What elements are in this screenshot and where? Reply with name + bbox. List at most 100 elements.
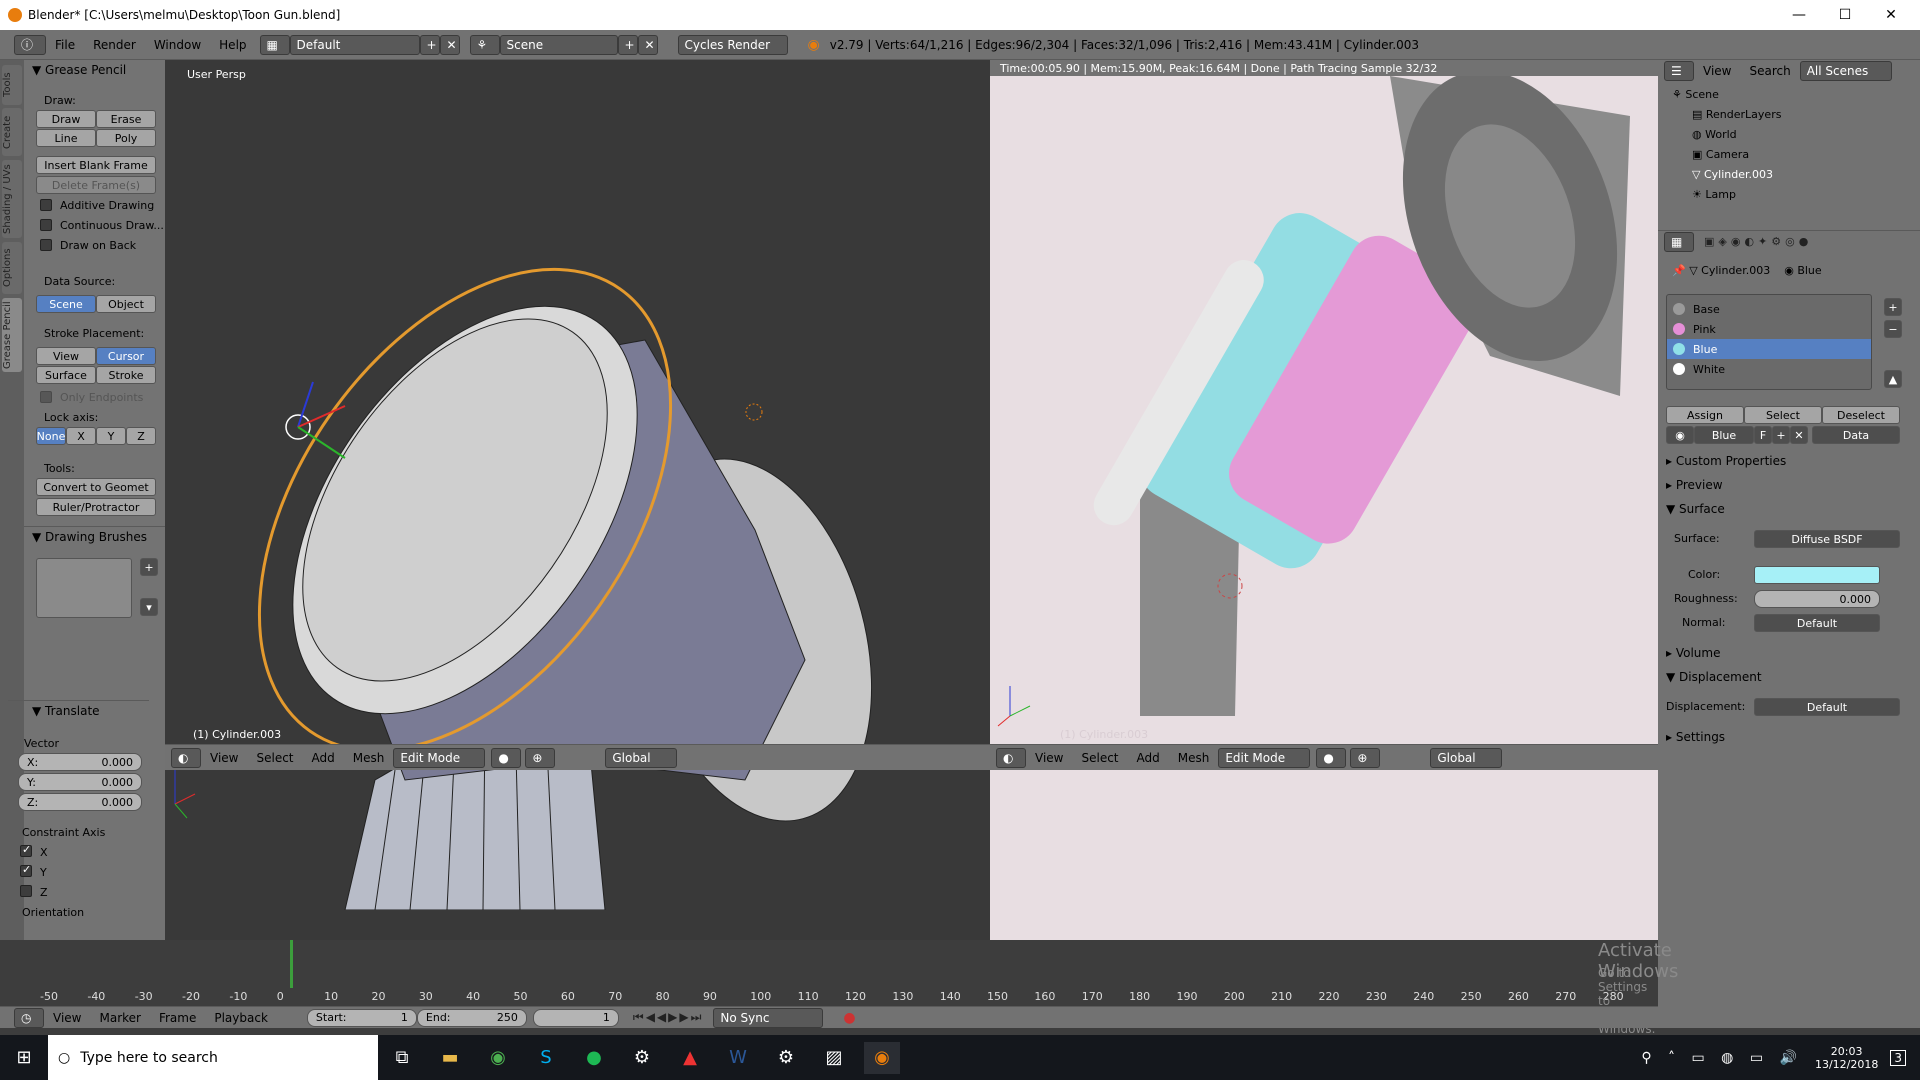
editor-type-icon[interactable]: ◐ [171, 747, 201, 768]
material-slot[interactable]: Base [1667, 299, 1871, 319]
lock-axis-y-button[interactable]: Y [96, 427, 126, 445]
roughness-field[interactable]: 0.000 [1754, 590, 1880, 608]
orientation-selector[interactable]: Global [605, 747, 678, 768]
placement-stroke-button[interactable]: Stroke [96, 366, 156, 384]
menu-window[interactable]: Window [145, 38, 210, 52]
menu-marker[interactable]: Marker [90, 1011, 149, 1025]
close-button[interactable]: ✕ [1868, 0, 1914, 30]
editor-type-icon[interactable]: ☰ [1664, 61, 1694, 81]
pivot-icon[interactable]: ⊕ [1350, 747, 1381, 768]
surface-shader-selector[interactable]: Diffuse BSDF [1754, 530, 1900, 548]
windows-start-icon[interactable]: ⊞ [6, 1042, 42, 1074]
draw-on-back-checkbox[interactable] [40, 239, 52, 251]
menu-select[interactable]: Select [1072, 751, 1127, 765]
placement-view-button[interactable]: View [36, 347, 96, 365]
volume-panel[interactable]: ▸ Volume [1666, 646, 1720, 660]
preview-panel[interactable]: ▸ Preview [1666, 478, 1723, 492]
material-browse-icon[interactable]: ◉ [1666, 426, 1694, 444]
line-button[interactable]: Line [36, 129, 96, 147]
constraint-z-checkbox[interactable] [20, 885, 32, 897]
editor-type-icon[interactable]: ◷ [14, 1007, 44, 1028]
clock[interactable]: 20:03 13/12/2018 [1815, 1045, 1878, 1071]
shading-icon[interactable]: ● [491, 747, 522, 768]
viewport-rendered[interactable]: Time:00:05.90 | Mem:15.90M, Peak:16.64M … [990, 60, 1658, 940]
menu-file[interactable]: File [46, 38, 84, 52]
add-slot-icon[interactable]: + [1884, 298, 1902, 316]
menu-view[interactable]: View [201, 751, 247, 765]
lock-axis-x-button[interactable]: X [66, 427, 96, 445]
constraint-x-checkbox[interactable] [20, 843, 32, 857]
settings-panel[interactable]: ▸ Settings [1666, 730, 1725, 744]
data-source-object-button[interactable]: Object [96, 295, 156, 313]
tab-options[interactable]: Options [2, 242, 22, 294]
outliner-item-selected[interactable]: ▽ Cylinder.003 [1658, 164, 1920, 184]
pin-icon[interactable]: 📌 [1672, 264, 1689, 277]
notification-icon[interactable]: 3 [1890, 1049, 1906, 1066]
material-slot[interactable]: White [1667, 359, 1871, 379]
add-brush-icon[interactable]: + [140, 558, 158, 576]
context-tabs-icons[interactable]: ▣◈◉◐✦⚙◎● [1704, 235, 1812, 248]
blender-taskbar-icon[interactable]: ◉ [864, 1041, 900, 1074]
vector-z-field[interactable]: Z: 0.000 [18, 793, 142, 811]
current-frame-field[interactable]: 1 [532, 1008, 619, 1027]
menu-select[interactable]: Select [247, 751, 302, 765]
file-explorer-icon[interactable]: ▬ [432, 1042, 468, 1074]
mode-selector[interactable]: Edit Mode [1218, 747, 1311, 768]
placement-surface-button[interactable]: Surface [36, 366, 96, 384]
continuous-draw-checkbox[interactable] [40, 219, 52, 231]
outliner-item[interactable]: ▤ RenderLayers [1658, 104, 1920, 124]
select-button[interactable]: Select [1744, 406, 1822, 424]
convert-to-geometry-button[interactable]: Convert to Geomet [36, 478, 156, 496]
editor-type-icon[interactable]: ⓘ [14, 34, 46, 55]
editor-type-icon[interactable]: ◐ [996, 747, 1026, 768]
deselect-button[interactable]: Deselect [1822, 406, 1900, 424]
vector-y-field[interactable]: Y: 0.000 [18, 773, 142, 791]
spotify-icon[interactable]: ● [576, 1042, 612, 1074]
menu-add[interactable]: Add [303, 751, 344, 765]
fake-user-button[interactable]: F [1754, 426, 1772, 444]
color-swatch[interactable] [1754, 566, 1880, 584]
taskbar-search[interactable]: ○ Type here to search [48, 1035, 378, 1080]
material-slot-selected[interactable]: Blue [1667, 339, 1871, 359]
new-material-icon[interactable]: + [1772, 426, 1790, 444]
mode-selector[interactable]: Edit Mode [393, 747, 486, 768]
erase-button[interactable]: Erase [96, 110, 156, 128]
tab-tools[interactable]: Tools [2, 65, 22, 105]
end-frame-field[interactable]: End: 250 [416, 1008, 527, 1027]
material-name-field[interactable]: Blue [1694, 426, 1754, 444]
vector-x-field[interactable]: X: 0.000 [18, 753, 142, 771]
steam-2-icon[interactable]: ⚙ [768, 1042, 804, 1074]
additive-drawing-checkbox[interactable] [40, 199, 52, 211]
outliner-item[interactable]: ▣ Camera [1658, 144, 1920, 164]
menu-add[interactable]: Add [1128, 751, 1169, 765]
scene-icon[interactable]: ⚘ [469, 34, 500, 55]
outliner-item[interactable]: ☀ Lamp [1658, 184, 1920, 204]
menu-view[interactable]: View [44, 1011, 90, 1025]
brush-menu-icon[interactable]: ▾ [140, 598, 158, 616]
menu-help[interactable]: Help [210, 38, 255, 52]
editor-type-icon[interactable]: ▦ [1664, 231, 1694, 252]
render-engine-selector[interactable]: Cycles Render [677, 34, 788, 55]
steam-icon[interactable]: ⚙ [624, 1042, 660, 1074]
playback-controls-icon[interactable]: ⏮◀◀▶▶⏭ [633, 1010, 704, 1025]
skype-icon[interactable]: S [528, 1042, 564, 1074]
orientation-selector[interactable]: Global [1430, 747, 1503, 768]
remove-scene-icon[interactable]: ✕ [637, 34, 658, 55]
data-source-scene-button[interactable]: Scene [36, 295, 96, 313]
insert-blank-frame-button[interactable]: Insert Blank Frame [36, 156, 156, 174]
lock-axis-none-button[interactable]: None [36, 427, 66, 445]
menu-render[interactable]: Render [84, 38, 145, 52]
chrome-icon[interactable]: ◉ [480, 1042, 516, 1074]
viewport-edit[interactable]: User Persp (1) Cylinder.003 ◐ View Selec… [165, 60, 990, 940]
sync-selector[interactable]: No Sync [713, 1007, 824, 1028]
custom-properties-panel[interactable]: ▸ Custom Properties [1666, 454, 1786, 468]
brush-list[interactable] [36, 558, 132, 618]
photos-icon[interactable]: ▨ [816, 1042, 852, 1074]
placement-cursor-button[interactable]: Cursor [96, 347, 156, 365]
current-frame-marker[interactable] [290, 940, 293, 988]
tab-shading-uvs[interactable]: Shading / UVs [2, 160, 22, 238]
only-endpoints-checkbox[interactable] [40, 391, 52, 403]
menu-search[interactable]: Search [1740, 64, 1799, 78]
poly-button[interactable]: Poly [96, 129, 156, 147]
draw-button[interactable]: Draw [36, 110, 96, 128]
